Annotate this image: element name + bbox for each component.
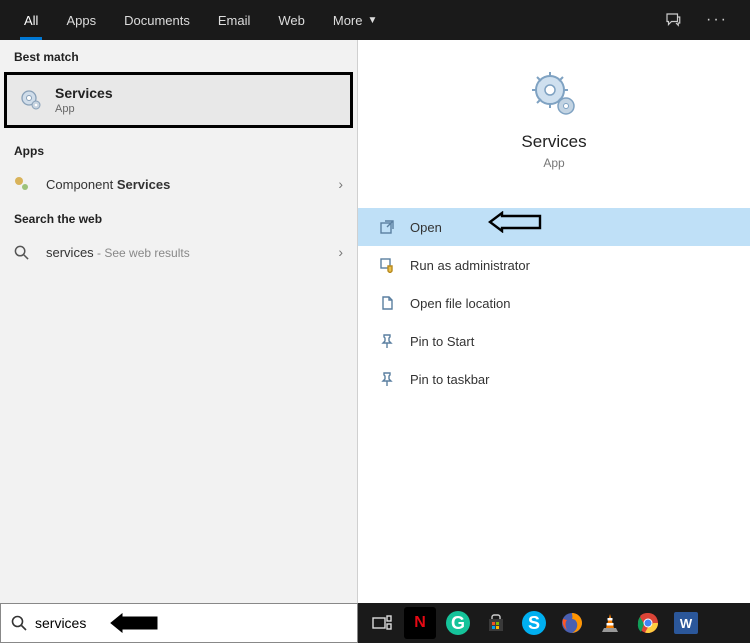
- action-run-admin[interactable]: Run as administrator: [358, 246, 750, 284]
- action-label: Open: [410, 220, 442, 235]
- search-filter-tabs: All Apps Documents Email Web More ▼ ···: [0, 0, 750, 40]
- component-services-icon: [14, 176, 34, 192]
- services-gear-icon: [19, 88, 43, 112]
- actions-list: Open Run as administrator Open file loca…: [358, 208, 750, 398]
- results-pane: Best match Services App Apps Component S…: [0, 40, 358, 603]
- tab-documents[interactable]: Documents: [110, 0, 204, 40]
- detail-subtitle: App: [368, 156, 740, 170]
- tab-email[interactable]: Email: [204, 0, 265, 40]
- grammarly-icon[interactable]: G: [442, 607, 474, 639]
- taskbar-apps: N G S W: [358, 603, 750, 643]
- result-label: Component Services: [46, 177, 326, 192]
- services-large-icon: [530, 70, 578, 118]
- chevron-down-icon: ▼: [367, 15, 377, 26]
- file-location-icon: [378, 294, 396, 312]
- tab-all[interactable]: All: [10, 0, 52, 40]
- microsoft-store-icon[interactable]: [480, 607, 512, 639]
- result-label: services - See web results: [46, 245, 326, 260]
- best-match-services[interactable]: Services App: [4, 72, 353, 128]
- detail-pane: Services App Open Run as administrator: [358, 40, 750, 603]
- open-icon: [378, 218, 396, 236]
- action-pin-taskbar[interactable]: Pin to taskbar: [358, 360, 750, 398]
- more-options-icon[interactable]: ···: [694, 11, 740, 29]
- result-web-services[interactable]: services - See web results ›: [0, 234, 357, 270]
- tab-web[interactable]: Web: [264, 0, 319, 40]
- detail-title: Services: [368, 132, 740, 152]
- search-icon: [11, 615, 27, 631]
- tab-apps[interactable]: Apps: [52, 0, 110, 40]
- best-match-subtitle: App: [55, 103, 113, 115]
- search-icon: [14, 245, 34, 260]
- vlc-icon[interactable]: [594, 607, 626, 639]
- firefox-icon[interactable]: [556, 607, 588, 639]
- result-component-services[interactable]: Component Services ›: [0, 166, 357, 202]
- tab-more[interactable]: More ▼: [319, 0, 392, 40]
- pin-icon: [378, 370, 396, 388]
- search-input[interactable]: [35, 615, 347, 631]
- section-best-match: Best match: [0, 40, 357, 72]
- action-open[interactable]: Open: [358, 208, 750, 246]
- action-label: Run as administrator: [410, 258, 530, 273]
- chevron-right-icon: ›: [338, 176, 343, 192]
- annotation-arrow-open: [488, 211, 542, 233]
- chevron-right-icon: ›: [338, 244, 343, 260]
- action-label: Open file location: [410, 296, 510, 311]
- annotation-arrow-search: [109, 613, 159, 633]
- pin-icon: [378, 332, 396, 350]
- action-label: Pin to taskbar: [410, 372, 490, 387]
- netflix-icon[interactable]: N: [404, 607, 436, 639]
- action-open-location[interactable]: Open file location: [358, 284, 750, 322]
- action-label: Pin to Start: [410, 334, 474, 349]
- best-match-title: Services: [55, 85, 113, 101]
- tab-more-label: More: [333, 13, 363, 28]
- task-view-icon[interactable]: [366, 607, 398, 639]
- section-apps: Apps: [0, 134, 357, 166]
- skype-icon[interactable]: S: [518, 607, 550, 639]
- section-search-web: Search the web: [0, 202, 357, 234]
- chrome-icon[interactable]: [632, 607, 664, 639]
- word-icon[interactable]: W: [670, 607, 702, 639]
- feedback-icon[interactable]: [652, 11, 694, 29]
- taskbar: N G S W: [0, 603, 750, 643]
- taskbar-search[interactable]: [0, 603, 358, 643]
- action-pin-start[interactable]: Pin to Start: [358, 322, 750, 360]
- admin-shield-icon: [378, 256, 396, 274]
